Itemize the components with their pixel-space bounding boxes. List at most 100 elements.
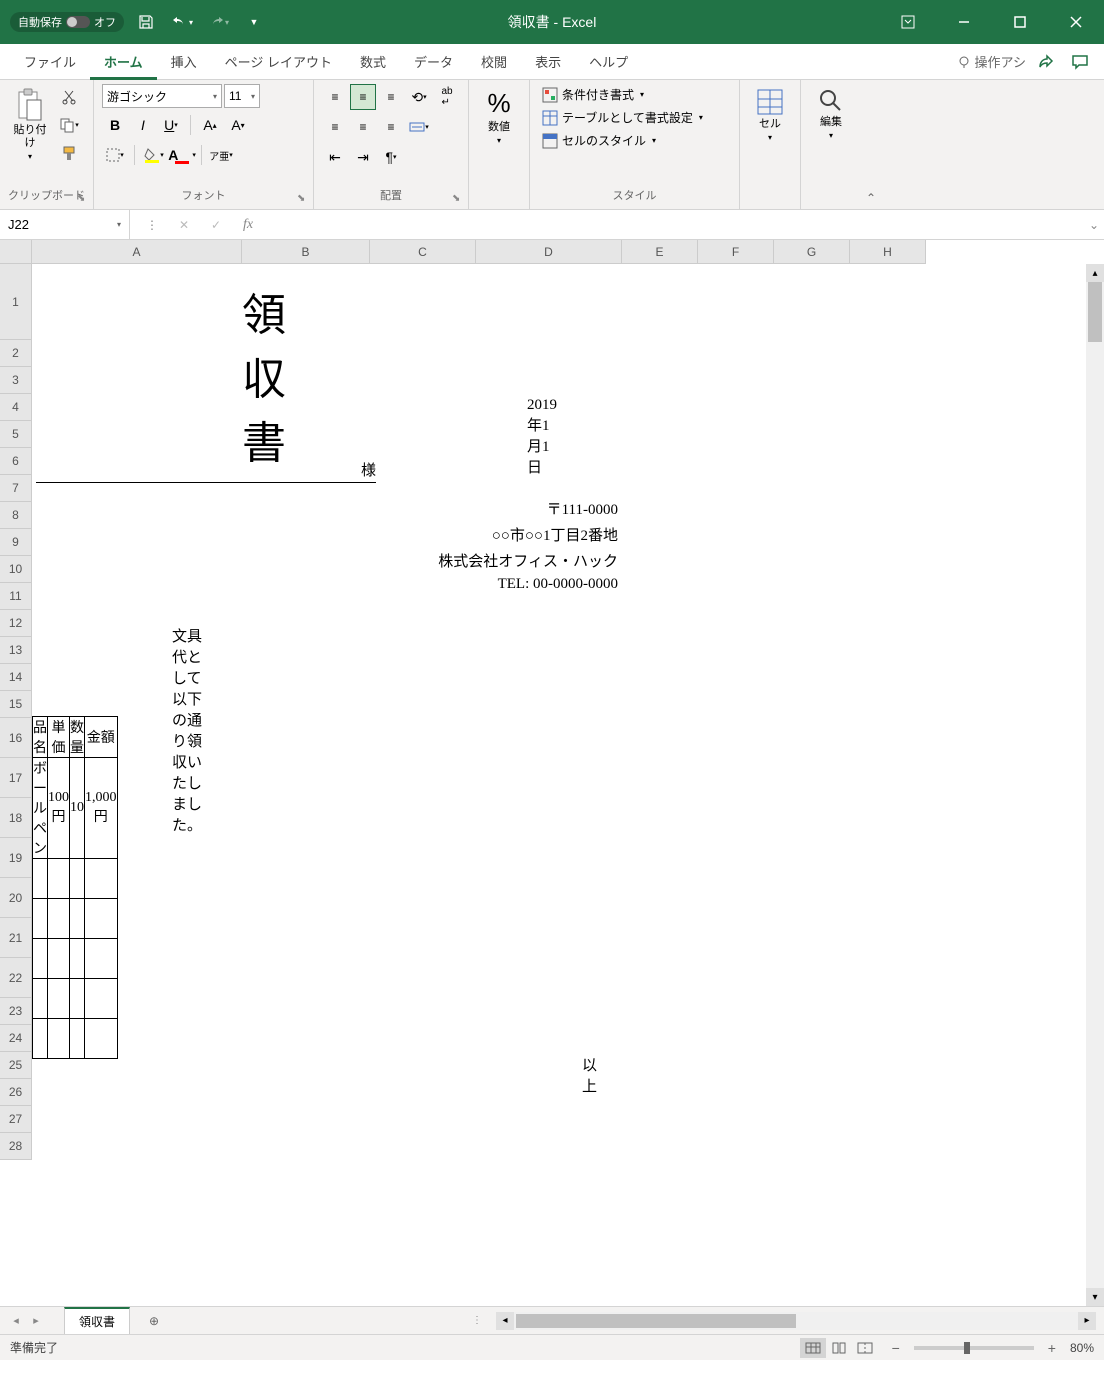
row-header[interactable]: 1 — [0, 264, 32, 340]
row-header[interactable]: 3 — [0, 367, 32, 394]
hscroll-thumb[interactable] — [516, 1314, 796, 1328]
scroll-left-icon[interactable]: ◂ — [496, 1312, 514, 1330]
add-sheet-icon[interactable]: ⊕ — [142, 1309, 166, 1333]
qat-customize-icon[interactable]: ▼ — [240, 8, 268, 36]
close-button[interactable] — [1048, 0, 1104, 44]
table-cell[interactable] — [48, 899, 70, 939]
cell-styles-button[interactable]: セルのスタイル▾ — [538, 130, 707, 151]
table-cell[interactable]: 1,000円 — [85, 758, 118, 859]
scroll-up-icon[interactable]: ▴ — [1086, 264, 1104, 282]
row-header[interactable]: 5 — [0, 421, 32, 448]
align-left-icon[interactable]: ≡ — [322, 114, 348, 140]
row-header[interactable]: 11 — [0, 583, 32, 610]
horizontal-scrollbar[interactable]: ◂ ▸ — [496, 1312, 1096, 1330]
row-header[interactable]: 24 — [0, 1025, 32, 1052]
expand-formula-icon[interactable]: ⌄ — [1084, 210, 1104, 239]
fx-icon[interactable]: fx — [236, 213, 260, 237]
zoom-out-button[interactable]: − — [888, 1340, 904, 1356]
align-top-icon[interactable]: ≡ — [322, 84, 348, 110]
tab-help[interactable]: ヘルプ — [575, 44, 642, 80]
scroll-down-icon[interactable]: ▾ — [1086, 1288, 1104, 1306]
column-header[interactable]: H — [850, 240, 926, 264]
tab-data[interactable]: データ — [400, 44, 467, 80]
tab-view[interactable]: 表示 — [521, 44, 575, 80]
row-header[interactable]: 27 — [0, 1106, 32, 1133]
row-header[interactable]: 20 — [0, 878, 32, 918]
save-icon[interactable] — [132, 8, 160, 36]
tab-layout[interactable]: ページ レイアウト — [211, 44, 346, 80]
number-format-button[interactable]: % 数値 ▾ — [477, 84, 521, 149]
column-header[interactable]: D — [476, 240, 622, 264]
font-color-icon[interactable]: A▾ — [169, 142, 195, 168]
row-header[interactable]: 19 — [0, 838, 32, 878]
row-header[interactable]: 4 — [0, 394, 32, 421]
wrap-text-icon[interactable]: ab↵ — [434, 84, 460, 110]
name-box-input[interactable] — [8, 217, 98, 232]
table-cell[interactable] — [85, 899, 118, 939]
sheet-tab-active[interactable]: 領収書 — [64, 1307, 130, 1334]
view-pagebreak-icon[interactable] — [852, 1338, 878, 1358]
row-header[interactable]: 7 — [0, 475, 32, 502]
ribbon-options-icon[interactable] — [880, 0, 936, 44]
zoom-slider[interactable] — [914, 1346, 1034, 1350]
sheet-nav-prev-icon[interactable]: ◂ — [8, 1313, 24, 1329]
bold-button[interactable]: B — [102, 112, 128, 138]
row-header[interactable]: 2 — [0, 340, 32, 367]
clipboard-launcher-icon[interactable]: ⬊ — [77, 193, 91, 207]
row-header[interactable]: 18 — [0, 798, 32, 838]
copy-icon[interactable]: ▾ — [56, 112, 82, 138]
font-name-select[interactable]: 游ゴシック ▾ — [102, 84, 222, 108]
scroll-thumb[interactable] — [1088, 282, 1102, 342]
row-header[interactable]: 14 — [0, 664, 32, 691]
row-header[interactable]: 17 — [0, 758, 32, 798]
row-header[interactable]: 28 — [0, 1133, 32, 1160]
format-painter-icon[interactable] — [56, 140, 82, 166]
zoom-thumb[interactable] — [964, 1342, 970, 1354]
table-cell[interactable] — [85, 979, 118, 1019]
namebox-launcher-icon[interactable]: ⋮ — [140, 213, 164, 237]
select-all-corner[interactable] — [0, 240, 32, 264]
align-right-icon[interactable]: ≡ — [378, 114, 404, 140]
italic-button[interactable]: I — [130, 112, 156, 138]
row-header[interactable]: 9 — [0, 529, 32, 556]
conditional-format-button[interactable]: 条件付き書式▾ — [538, 84, 707, 105]
row-header[interactable]: 12 — [0, 610, 32, 637]
share-button[interactable] — [1032, 48, 1060, 76]
table-cell[interactable] — [48, 979, 70, 1019]
cells-area[interactable]: 領収書 2019年1月1日 様 〒111-0000 ○○市○○1丁目2番地 株式… — [32, 264, 1104, 1160]
column-header[interactable]: E — [622, 240, 698, 264]
table-cell[interactable] — [48, 939, 70, 979]
table-cell[interactable] — [70, 1019, 85, 1059]
table-cell[interactable] — [85, 939, 118, 979]
table-cell[interactable] — [33, 979, 48, 1019]
vertical-scrollbar[interactable]: ▴ ▾ — [1086, 264, 1104, 1306]
borders-icon[interactable]: ▾ — [102, 142, 128, 168]
formula-input[interactable] — [270, 210, 1084, 239]
minimize-button[interactable] — [936, 0, 992, 44]
table-cell[interactable] — [33, 859, 48, 899]
alignment-launcher-icon[interactable]: ⬊ — [452, 193, 466, 207]
row-header[interactable]: 23 — [0, 998, 32, 1025]
row-header[interactable]: 15 — [0, 691, 32, 718]
comments-button[interactable] — [1066, 48, 1094, 76]
table-cell[interactable] — [48, 859, 70, 899]
fill-color-icon[interactable]: ▾ — [141, 142, 167, 168]
table-cell[interactable] — [48, 1019, 70, 1059]
merge-cells-icon[interactable]: ▾ — [406, 114, 432, 140]
decrease-font-icon[interactable]: A▾ — [225, 112, 251, 138]
tab-review[interactable]: 校閲 — [467, 44, 521, 80]
cut-icon[interactable] — [56, 84, 82, 110]
orientation-icon[interactable]: ⟲▾ — [406, 84, 432, 110]
table-cell[interactable] — [70, 939, 85, 979]
underline-button[interactable]: U▾ — [158, 112, 184, 138]
align-center-icon[interactable]: ≡ — [350, 114, 376, 140]
format-table-button[interactable]: テーブルとして書式設定▾ — [538, 107, 707, 128]
row-header[interactable]: 26 — [0, 1079, 32, 1106]
row-header[interactable]: 13 — [0, 637, 32, 664]
column-header[interactable]: B — [242, 240, 370, 264]
name-box[interactable]: ▾ — [0, 210, 130, 239]
enter-icon[interactable]: ✓ — [204, 213, 228, 237]
tell-me-search[interactable]: 操作アシ — [957, 52, 1026, 71]
align-bottom-icon[interactable]: ≡ — [378, 84, 404, 110]
table-cell[interactable] — [85, 1019, 118, 1059]
